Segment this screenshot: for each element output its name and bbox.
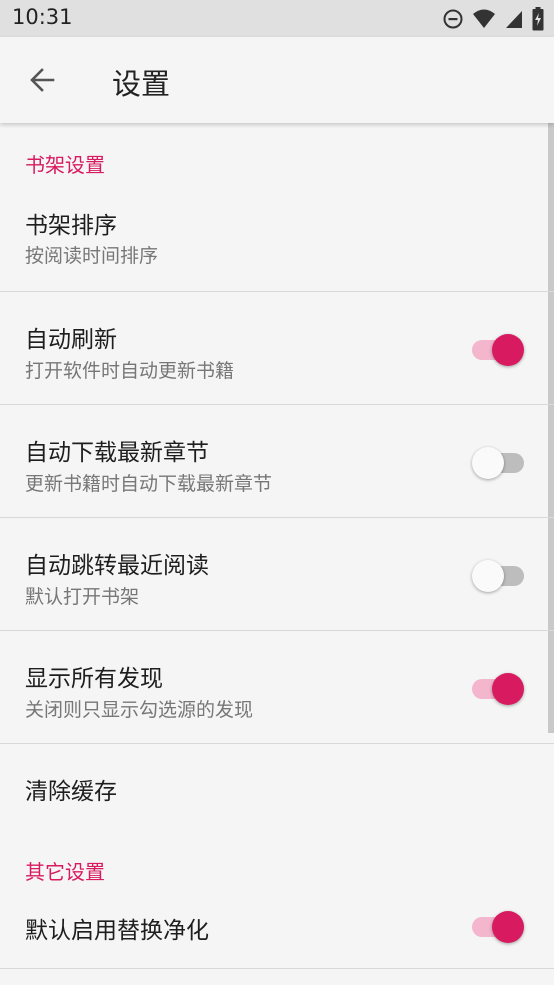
setting-replace-purify[interactable]: 默认启用替换净化 bbox=[0, 891, 554, 969]
setting-clear-cache[interactable]: 清除缓存 bbox=[0, 744, 554, 834]
auto-refresh-toggle[interactable] bbox=[472, 332, 524, 366]
app-bar: 设置 bbox=[0, 37, 554, 123]
setting-summary: 关闭则只显示勾选源的发现 bbox=[25, 699, 254, 721]
replace-purify-toggle[interactable] bbox=[472, 909, 524, 943]
setting-label: 自动下载最新章节 bbox=[25, 440, 209, 466]
status-icons bbox=[442, 7, 544, 31]
auto-download-toggle[interactable] bbox=[472, 445, 524, 479]
cell-signal-icon bbox=[506, 11, 522, 28]
auto-jump-toggle[interactable] bbox=[472, 558, 524, 592]
setting-summary: 更新书籍时自动下载最新章节 bbox=[25, 473, 273, 495]
divider bbox=[0, 968, 554, 969]
setting-label: 书架排序 bbox=[25, 213, 117, 239]
page-title: 设置 bbox=[112, 67, 171, 101]
setting-label: 默认启用替换净化 bbox=[25, 918, 209, 944]
toggle-thumb bbox=[492, 334, 524, 366]
setting-label: 显示所有发现 bbox=[25, 666, 163, 692]
show-all-discover-toggle[interactable] bbox=[472, 671, 524, 705]
battery-charging-icon bbox=[532, 7, 544, 31]
status-bar: 10:31 bbox=[0, 0, 554, 37]
toggle-thumb bbox=[492, 673, 524, 705]
setting-label: 自动跳转最近阅读 bbox=[25, 553, 209, 579]
setting-auto-jump[interactable]: 自动跳转最近阅读 默认打开书架 bbox=[0, 518, 554, 631]
do-not-disturb-icon bbox=[443, 9, 463, 29]
setting-label: 清除缓存 bbox=[25, 779, 117, 805]
toggle-thumb bbox=[472, 560, 504, 592]
wifi-icon bbox=[473, 9, 495, 28]
setting-summary: 打开软件时自动更新书籍 bbox=[25, 360, 235, 382]
arrow-back-icon bbox=[30, 68, 55, 92]
toggle-thumb bbox=[472, 447, 504, 479]
setting-auto-download[interactable]: 自动下载最新章节 更新书籍时自动下载最新章节 bbox=[0, 405, 554, 518]
setting-label: 自动刷新 bbox=[25, 327, 117, 353]
settings-list[interactable]: 书架设置 书架排序 按阅读时间排序 自动刷新 打开软件时自动更新书籍 自动下载最… bbox=[0, 123, 554, 985]
setting-summary: 默认打开书架 bbox=[25, 586, 140, 608]
status-time: 10:31 bbox=[12, 5, 73, 29]
setting-auto-refresh[interactable]: 自动刷新 打开软件时自动更新书籍 bbox=[0, 292, 554, 405]
setting-bookshelf-sort[interactable]: 书架排序 按阅读时间排序 bbox=[0, 186, 554, 292]
section-header-bookshelf: 书架设置 bbox=[25, 153, 105, 177]
section-header-other: 其它设置 bbox=[25, 860, 105, 884]
back-button[interactable] bbox=[22, 60, 62, 100]
setting-show-all-discover[interactable]: 显示所有发现 关闭则只显示勾选源的发现 bbox=[0, 631, 554, 744]
setting-summary: 按阅读时间排序 bbox=[25, 245, 159, 267]
toggle-thumb bbox=[492, 911, 524, 943]
